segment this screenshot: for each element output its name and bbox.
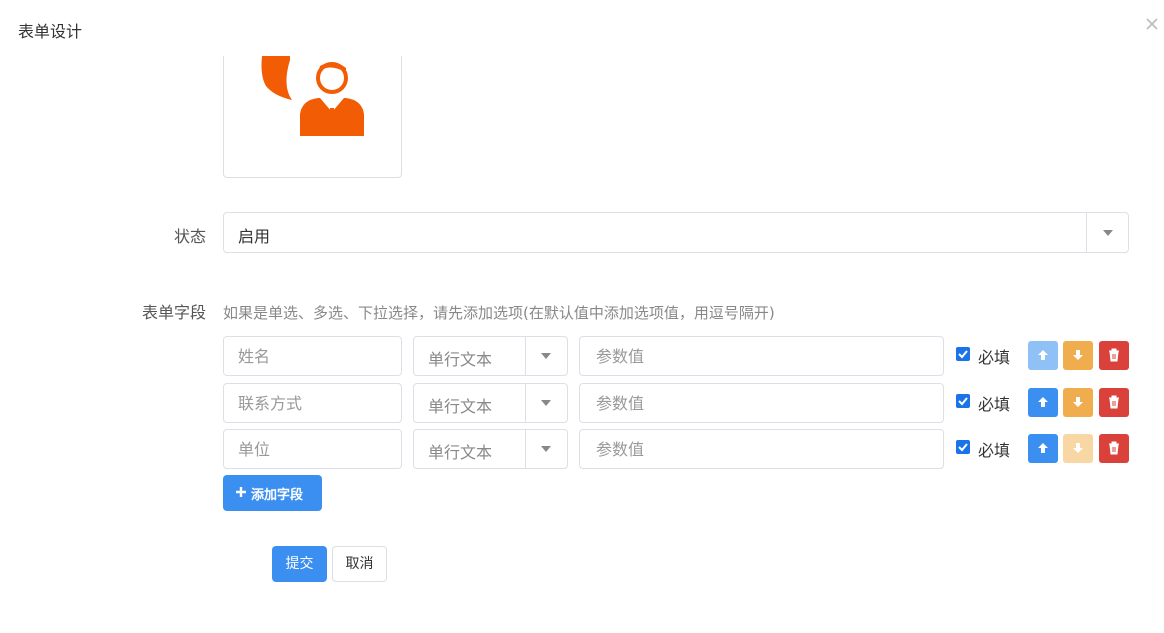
field-param-input[interactable] <box>579 383 944 423</box>
cover-image[interactable] <box>223 56 402 178</box>
chevron-down-icon <box>541 400 551 406</box>
add-field-button[interactable]: 添加字段 <box>223 475 322 511</box>
move-up-button[interactable] <box>1028 388 1058 417</box>
field-type-select[interactable]: 单行文本 <box>413 383 568 423</box>
field-param-input[interactable] <box>579 429 944 469</box>
required-checkbox[interactable] <box>956 440 970 454</box>
field-type-dropdown-toggle[interactable] <box>525 430 567 468</box>
field-type-value: 单行文本 <box>428 397 493 416</box>
trash-icon <box>1109 395 1119 409</box>
required-label: 必填 <box>978 395 1011 414</box>
check-icon <box>958 397 968 406</box>
chevron-down-icon <box>1103 230 1113 236</box>
arrow-down-icon <box>1073 350 1083 360</box>
field-param-input[interactable] <box>579 336 944 376</box>
status-label: 状态 <box>173 227 206 246</box>
field-row: 单行文本 必填 <box>223 383 1133 424</box>
arrow-up-icon <box>1038 443 1048 453</box>
field-type-select[interactable]: 单行文本 <box>413 429 568 469</box>
check-icon <box>958 350 968 359</box>
move-down-button[interactable] <box>1063 434 1093 463</box>
field-name-input[interactable] <box>223 383 402 423</box>
check-icon <box>958 443 968 452</box>
delete-button[interactable] <box>1099 434 1129 463</box>
move-up-button[interactable] <box>1028 434 1058 463</box>
field-type-dropdown-toggle[interactable] <box>525 337 567 375</box>
move-up-button[interactable] <box>1028 341 1058 370</box>
cancel-button[interactable]: 取消 <box>332 546 387 582</box>
fields-hint: 如果是单选、多选、下拉选择，请先添加选项(在默认值中添加选项值，用逗号隔开) <box>223 304 775 322</box>
field-row: 单行文本 必填 <box>223 336 1133 377</box>
plus-icon <box>236 487 246 497</box>
status-value: 启用 <box>238 227 271 246</box>
required-checkbox[interactable] <box>956 394 970 408</box>
user-consult-icon <box>261 56 364 136</box>
arrow-up-icon <box>1038 350 1048 360</box>
arrow-down-icon <box>1073 397 1083 407</box>
field-type-dropdown-toggle[interactable] <box>525 384 567 422</box>
field-type-value: 单行文本 <box>428 350 493 369</box>
status-dropdown-toggle[interactable] <box>1086 213 1128 252</box>
required-label: 必填 <box>978 441 1011 460</box>
field-row: 单行文本 必填 <box>223 429 1133 470</box>
trash-icon <box>1109 441 1119 455</box>
status-select[interactable]: 启用 <box>223 212 1129 253</box>
fields-label: 表单字段 <box>141 303 206 322</box>
field-type-value: 单行文本 <box>428 443 493 462</box>
field-name-input[interactable] <box>223 336 402 376</box>
delete-button[interactable] <box>1099 341 1129 370</box>
delete-button[interactable] <box>1099 388 1129 417</box>
submit-button[interactable]: 提交 <box>272 546 327 582</box>
field-name-input[interactable] <box>223 429 402 469</box>
required-checkbox[interactable] <box>956 347 970 361</box>
required-label: 必填 <box>978 348 1011 367</box>
chevron-down-icon <box>541 446 551 452</box>
trash-icon <box>1109 348 1119 362</box>
dialog-title: 表单设计 <box>18 22 83 41</box>
arrow-up-icon <box>1038 397 1048 407</box>
move-down-button[interactable] <box>1063 341 1093 370</box>
arrow-down-icon <box>1073 443 1083 453</box>
form-design-dialog: 表单设计 状态 启用 表单字段 如果是单选、多选、下拉选择，请先添加选项(在默认… <box>0 0 1164 633</box>
close-icon[interactable] <box>1144 16 1164 36</box>
field-type-select[interactable]: 单行文本 <box>413 336 568 376</box>
add-field-label: 添加字段 <box>251 488 304 503</box>
move-down-button[interactable] <box>1063 388 1093 417</box>
chevron-down-icon <box>541 353 551 359</box>
